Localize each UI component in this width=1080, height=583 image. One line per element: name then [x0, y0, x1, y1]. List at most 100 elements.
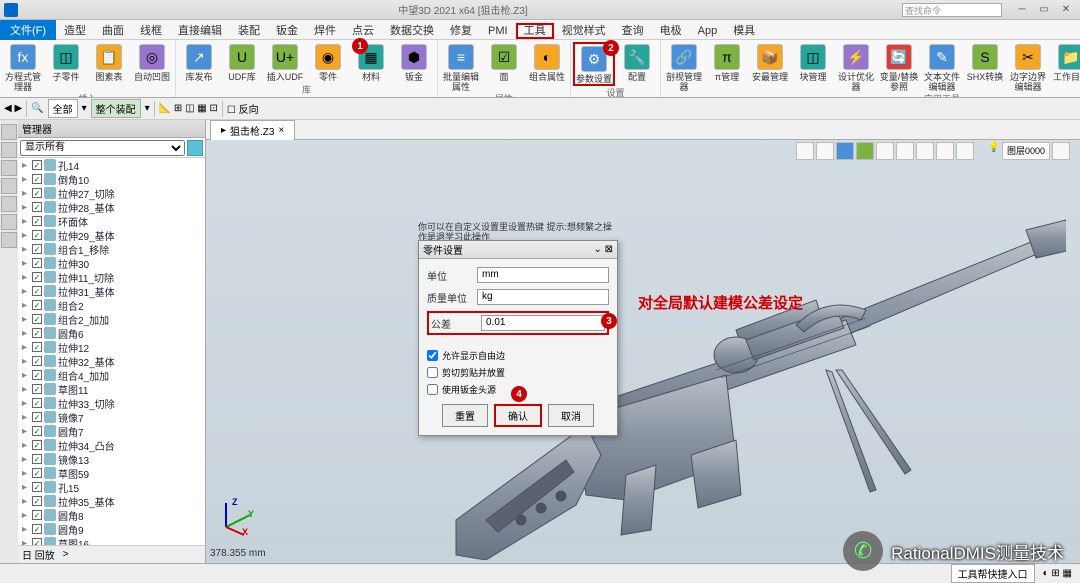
tree-item[interactable]: ▸✓环面体 — [18, 214, 205, 228]
filter-icon[interactable] — [187, 140, 203, 156]
replay-button[interactable]: 日 回放 — [22, 547, 55, 562]
ribbon-配置[interactable]: 🔧配置 — [616, 42, 658, 86]
ribbon-块管理[interactable]: ◫块管理 — [792, 42, 834, 92]
tree-checkbox[interactable]: ✓ — [32, 468, 42, 478]
ribbon-插入UDF[interactable]: U+插入UDF — [264, 42, 306, 83]
ribbon-库发布[interactable]: ↗库发布 — [178, 42, 220, 83]
tree-checkbox[interactable]: ✓ — [32, 538, 42, 545]
tree-checkbox[interactable]: ✓ — [32, 398, 42, 408]
ribbon-零件[interactable]: ◉零件 — [307, 42, 349, 83]
ribbon-钣金[interactable]: ⬢钣金 — [393, 42, 435, 83]
tree-checkbox[interactable]: ✓ — [32, 454, 42, 464]
vp-btn[interactable] — [896, 142, 914, 160]
tree-item[interactable]: ▸✓孔14 — [18, 158, 205, 172]
tree-checkbox[interactable]: ✓ — [32, 510, 42, 520]
tree-checkbox[interactable]: ✓ — [32, 482, 42, 492]
vp-btn[interactable] — [836, 142, 854, 160]
ribbon-SHX转换[interactable]: SSHX转换 — [964, 42, 1006, 92]
tree-item[interactable]: ▸✓倒角10 — [18, 172, 205, 186]
tree-item[interactable]: ▸✓圆角9 — [18, 522, 205, 536]
tab-close-icon[interactable]: × — [278, 125, 284, 136]
ribbon-组合属性[interactable]: ◐组合属性 — [526, 42, 568, 92]
tool-7[interactable] — [1, 232, 17, 248]
tree-checkbox[interactable]: ✓ — [32, 230, 42, 240]
tree-item[interactable]: ▸✓组合4_加加 — [18, 368, 205, 382]
vp-btn[interactable] — [796, 142, 814, 160]
menu-查询[interactable]: 查询 — [614, 23, 652, 39]
tree-item[interactable]: ▸✓拉伸34_凸台 — [18, 438, 205, 452]
ribbon-π管理[interactable]: ππ管理 — [706, 42, 748, 92]
ribbon-图素表[interactable]: 📋图素表 — [88, 42, 130, 92]
tree-checkbox[interactable]: ✓ — [32, 426, 42, 436]
tool-5[interactable] — [1, 196, 17, 212]
tree-checkbox[interactable]: ✓ — [32, 370, 42, 380]
ribbon-子零件[interactable]: ◫子零件 — [45, 42, 87, 92]
tree-item[interactable]: ▸✓拉伸28_基体 — [18, 200, 205, 214]
vp-btn[interactable] — [936, 142, 954, 160]
menu-直接编辑[interactable]: 直接编辑 — [170, 23, 230, 39]
filter-assembly-dropdown[interactable]: 整个装配 — [91, 99, 141, 118]
tree-item[interactable]: ▸✓拉伸31_基体 — [18, 284, 205, 298]
mass-unit-dropdown[interactable]: kg — [477, 289, 609, 305]
ribbon-设计优化器[interactable]: ⚡设计优化器 — [835, 42, 877, 92]
tree-checkbox[interactable]: ✓ — [32, 188, 42, 198]
vp-btn[interactable] — [816, 142, 834, 160]
vp-btn[interactable] — [916, 142, 934, 160]
menu-PMI[interactable]: PMI — [480, 23, 516, 39]
tool-1[interactable] — [1, 124, 17, 140]
menu-装配[interactable]: 装配 — [230, 23, 268, 39]
tool-2[interactable] — [1, 142, 17, 158]
ribbon-边字边界编辑器[interactable]: ✂边字边界编辑器 — [1007, 42, 1049, 92]
tool-4[interactable] — [1, 178, 17, 194]
ribbon-自动凹图[interactable]: ◎自动凹图 — [131, 42, 173, 92]
tree-checkbox[interactable]: ✓ — [32, 412, 42, 422]
file-menu[interactable]: 文件(F) — [0, 20, 56, 40]
tree-checkbox[interactable]: ✓ — [32, 174, 42, 184]
tree-checkbox[interactable]: ✓ — [32, 272, 42, 282]
clip-checkbox[interactable] — [427, 367, 438, 378]
tree-item[interactable]: ▸✓拉伸27_切除 — [18, 186, 205, 200]
menu-点云[interactable]: 点云 — [344, 23, 382, 39]
tree-checkbox[interactable]: ✓ — [32, 342, 42, 352]
tree-item[interactable]: ▸✓拉伸32_基体 — [18, 354, 205, 368]
reverse-checkbox[interactable]: ☐ 反向 — [227, 101, 259, 116]
tree-item[interactable]: ▸✓拉伸11_切除 — [18, 270, 205, 284]
tree-item[interactable]: ▸✓圆角8 — [18, 508, 205, 522]
tree-item[interactable]: ▸✓拉伸29_基体 — [18, 228, 205, 242]
tree-item[interactable]: ▸✓镜像7 — [18, 410, 205, 424]
tree-item[interactable]: ▸✓拉伸12 — [18, 340, 205, 354]
ribbon-批量编辑属性[interactable]: ≡批量编辑属性 — [440, 42, 482, 92]
tool-6[interactable] — [1, 214, 17, 230]
menu-数据交换[interactable]: 数据交换 — [382, 23, 442, 39]
unit-dropdown[interactable]: mm — [477, 267, 609, 283]
tree-checkbox[interactable]: ✓ — [32, 300, 42, 310]
vp-btn[interactable] — [1052, 142, 1070, 160]
menu-工具[interactable]: 工具 — [516, 23, 554, 39]
ribbon-文本文件编辑器[interactable]: ✎文本文件编辑器 — [921, 42, 963, 92]
tree-checkbox[interactable]: ✓ — [32, 356, 42, 366]
ribbon-安最管理[interactable]: 📦安最管理 — [749, 42, 791, 92]
reset-button[interactable]: 重置 — [442, 404, 488, 427]
tree-checkbox[interactable]: ✓ — [32, 216, 42, 226]
tree-checkbox[interactable]: ✓ — [32, 328, 42, 338]
ribbon-工作目录[interactable]: 📁工作目录 — [1050, 42, 1080, 92]
ribbon-参数设置[interactable]: ⚙参数设置2 — [573, 42, 615, 86]
ribbon-剖视管理器[interactable]: 🔗剖视管理器 — [663, 42, 705, 92]
filter-all-dropdown[interactable]: 全部 — [48, 99, 78, 118]
menu-焊件[interactable]: 焊件 — [306, 23, 344, 39]
minimize-button[interactable]: ─ — [1012, 3, 1032, 17]
tree-filter-dropdown[interactable]: 显示所有 — [20, 140, 185, 156]
tree-checkbox[interactable]: ✓ — [32, 496, 42, 506]
tree-item[interactable]: ▸✓拉伸35_基体 — [18, 494, 205, 508]
menu-造型[interactable]: 造型 — [56, 23, 94, 39]
tool-3[interactable] — [1, 160, 17, 176]
vp-btn[interactable] — [956, 142, 974, 160]
menu-曲面[interactable]: 曲面 — [94, 23, 132, 39]
tree-item[interactable]: ▸✓草图11 — [18, 382, 205, 396]
close-button[interactable]: ✕ — [1056, 3, 1076, 17]
tree-checkbox[interactable]: ✓ — [32, 202, 42, 212]
tree-checkbox[interactable]: ✓ — [32, 258, 42, 268]
menu-电极[interactable]: 电极 — [652, 23, 690, 39]
tolerance-input[interactable]: 0.01 — [481, 315, 605, 331]
layer-display[interactable]: 图层0000 — [1002, 142, 1050, 160]
